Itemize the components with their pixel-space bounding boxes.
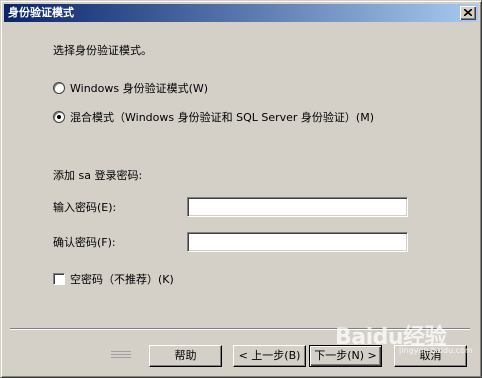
title-bar: 身份验证模式 [4,4,478,22]
password-label: 输入密码(E): [53,201,117,214]
radio-selected-dot [57,115,61,119]
blank-password-label: 空密码（不推荐）(K) [70,273,174,286]
window-title: 身份验证模式 [8,6,74,19]
confirm-password-label: 确认密码(F): [53,236,116,249]
sa-password-section-label: 添加 sa 登录密码: [53,169,143,182]
back-button[interactable]: < 上一步(B) [233,345,306,367]
password-input[interactable] [187,197,408,217]
cancel-button[interactable]: 取消 [394,345,467,367]
prompt-text: 选择身份验证模式。 [53,44,152,57]
radio-button[interactable] [53,111,65,123]
radio-label: 混合模式（Windows 身份验证和 SQL Server 身份验证）(M) [70,111,375,124]
footer-separator [10,328,470,330]
confirm-password-input[interactable] [187,232,408,252]
grip-lines-icon [111,351,131,363]
close-icon [464,9,472,16]
next-button[interactable]: 下一步(N) > [309,345,382,367]
auth-mode-dialog: 身份验证模式 选择身份验证模式。 Windows 身份验证模式(W) 混合模式（… [0,0,482,378]
blank-password-checkbox[interactable] [53,273,65,285]
help-button[interactable]: 帮助 [149,345,222,367]
radio-label: Windows 身份验证模式(W) [70,82,209,95]
radio-button[interactable] [53,82,65,94]
close-button[interactable] [460,6,476,20]
